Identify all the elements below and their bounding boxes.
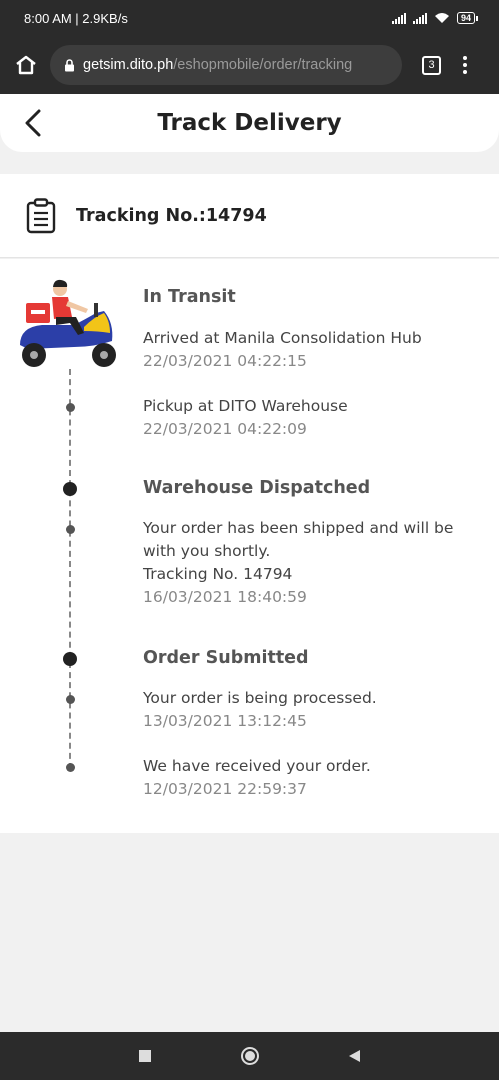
status-bar: 8:00 AM | 2.9KB/s 94 [0,0,499,36]
timeline-event: Pickup at DITO Warehouse 22/03/2021 04:2… [143,395,483,441]
tracking-number: Tracking No.:14794 [76,205,267,226]
app-header: Track Delivery [0,94,499,152]
status-icons: 94 [391,12,479,24]
system-nav-bar [0,1032,499,1080]
event-timestamp: 12/03/2021 22:59:37 [143,780,307,798]
browser-toolbar: getsim.dito.ph/eshopmobile/order/trackin… [0,36,499,94]
url-path: /eshopmobile/order/tracking [173,57,353,73]
timeline-section-dot [63,482,77,496]
tracking-number-card: Tracking No.:14794 [0,174,499,258]
event-text: Arrived at Manila Consolidation Hub [143,329,422,347]
tab-switcher-button[interactable]: 3 [422,55,441,75]
timeline-event: Your order has been shipped and will be … [143,517,483,609]
timeline-dot [65,525,75,534]
timeline-dot [65,403,75,412]
address-bar[interactable]: getsim.dito.ph/eshopmobile/order/trackin… [50,45,402,85]
event-text: Your order has been shipped and will be … [143,519,454,560]
home-button[interactable] [12,51,40,79]
timeline-dot [65,695,75,704]
timeline-event: We have received your order. 12/03/2021 … [143,755,483,801]
event-text: We have received your order. [143,757,371,775]
section-title-warehouse-dispatched: Warehouse Dispatched [143,478,371,498]
lock-icon [64,58,75,72]
timeline-event: Your order is being processed. 13/03/202… [143,687,483,733]
event-tracking-number: Tracking No. 14794 [143,565,293,583]
event-text: Your order is being processed. [143,689,377,707]
overflow-menu-button[interactable] [463,56,467,74]
delivery-rider-icon [20,279,116,367]
home-nav-button[interactable] [241,1047,259,1065]
back-nav-button[interactable] [349,1050,360,1062]
page-title: Track Delivery [157,110,342,136]
signal-icon [412,12,427,24]
url-host: getsim.dito.ph [83,57,174,73]
event-text: Pickup at DITO Warehouse [143,397,348,415]
clipboard-icon [26,197,56,233]
event-timestamp: 22/03/2021 04:22:15 [143,352,307,370]
section-title-order-submitted: Order Submitted [143,648,309,668]
timeline-event: Arrived at Manila Consolidation Hub 22/0… [143,327,483,373]
timeline: In Transit Arrived at Manila Consolidati… [0,259,499,833]
event-timestamp: 16/03/2021 18:40:59 [143,588,307,606]
section-title-in-transit: In Transit [143,287,236,307]
timeline-dot [65,763,75,772]
event-timestamp: 13/03/2021 13:12:45 [143,712,307,730]
home-icon [16,55,36,75]
signal-icon [391,12,406,24]
event-timestamp: 22/03/2021 04:22:09 [143,420,307,438]
chevron-left-icon[interactable] [22,108,46,138]
status-time-speed: 8:00 AM | 2.9KB/s [24,10,128,26]
battery-icon: 94 [456,12,479,24]
timeline-section-dot [63,652,77,666]
timeline-line [69,369,71,769]
recents-button[interactable] [139,1050,151,1062]
wifi-icon [434,13,449,23]
